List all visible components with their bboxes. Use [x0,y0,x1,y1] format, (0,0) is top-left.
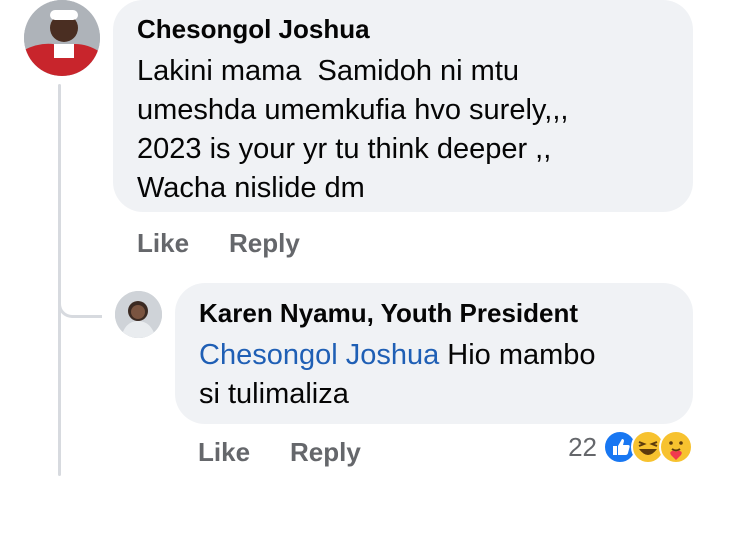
reply-button[interactable]: Reply [229,228,300,259]
reply-text: Chesongol Joshua Hio mambo si tulimaliza [199,336,669,414]
reactions-summary[interactable]: 22 [568,430,693,464]
comment-author[interactable]: Chesongol Joshua [137,14,669,44]
comment-text: Lakini mama Samidoh ni mtu umeshda umemk… [137,55,569,204]
avatar-chesongol[interactable] [24,0,100,76]
reaction-count: 22 [568,431,597,462]
mention-link[interactable]: Chesongol Joshua [199,339,439,371]
comment-bubble: Chesongol Joshua Lakini mama Samidoh ni … [113,0,693,212]
reply-actions: Like Reply [198,437,361,468]
like-button[interactable]: Like [198,437,250,468]
reply-button[interactable]: Reply [290,437,361,468]
care-icon [659,430,693,464]
reply-author[interactable]: Karen Nyamu, Youth President [199,298,669,328]
thread-connector [58,258,102,318]
avatar-karen[interactable] [115,291,162,338]
like-button[interactable]: Like [137,228,189,259]
reply-bubble: Karen Nyamu, Youth President Chesongol J… [175,283,693,424]
comment-actions: Like Reply [137,228,300,259]
